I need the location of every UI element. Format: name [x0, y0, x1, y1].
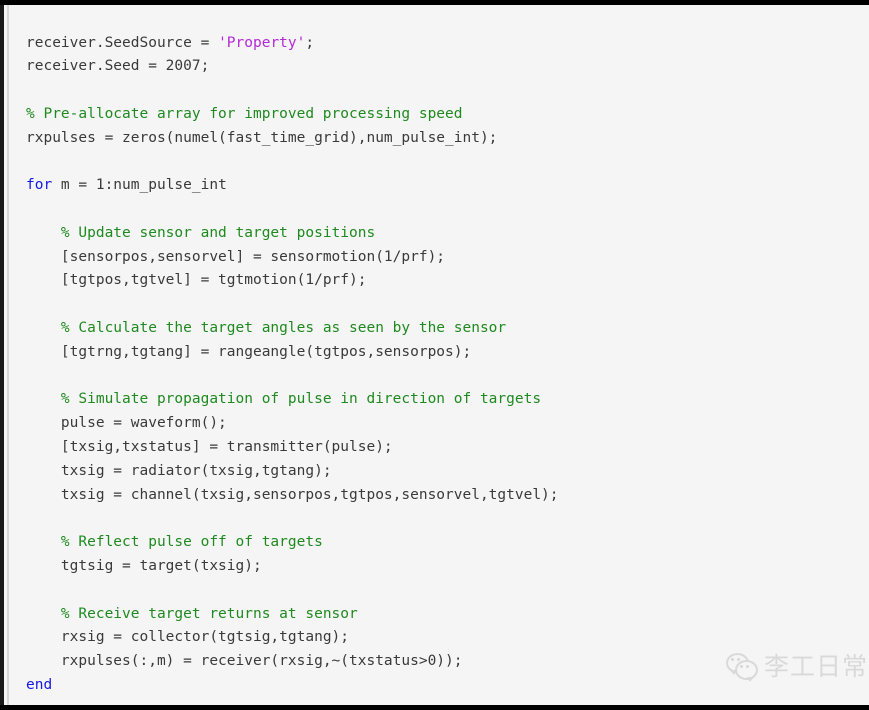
code-token-plain: [tgtpos,tgtvel] = tgtmotion(1/prf); — [60, 272, 367, 289]
code-token-keyword: end — [26, 677, 53, 694]
code-block-card: receiver.SeedSource = 'Property'; receive… — [0, 5, 869, 705]
code-token-plain: [txsig,txstatus] = transmitter(pulse); — [60, 439, 393, 456]
code-line: rxsig = collector(tgtsig,tgtang); — [26, 626, 869, 650]
code-token-plain: receiver.Seed = 2007; — [26, 58, 210, 75]
code-token-plain: [sensorpos,sensorvel] = sensormotion(1/p… — [60, 248, 446, 265]
code-line: rxpulses = zeros(numel(fast_time_grid),n… — [26, 127, 869, 151]
code-line: rxpulses(:,m) = receiver(rxsig,~(txstatu… — [26, 650, 869, 674]
code-token-plain: [tgtrng,tgtang] = rangeangle(tgtpos,sens… — [60, 343, 472, 360]
code-line: % Receive target returns at sensor — [26, 603, 869, 627]
code-token-plain: txsig = radiator(txsig,tgtang); — [60, 462, 332, 479]
code-token-comment: % Pre-allocate array for improved proces… — [26, 105, 463, 122]
code-token-plain: rxpulses(:,m) = receiver(rxsig,~(txstatu… — [60, 653, 463, 670]
screenshot-root: receiver.SeedSource = 'Property'; receive… — [0, 0, 869, 710]
code-token-comment: % Simulate propagation of pulse in direc… — [60, 391, 542, 408]
code-line: receiver.SeedSource = 'Property'; — [26, 32, 869, 56]
code-line: tgtsig = target(txsig); — [26, 555, 869, 579]
code-line: receiver.Seed = 2007; — [26, 55, 869, 79]
code-line: % Update sensor and target positions — [26, 222, 869, 246]
code-token-keyword: for — [26, 177, 53, 194]
code-line: [sensorpos,sensorvel] = sensormotion(1/p… — [26, 246, 869, 270]
code-token-plain: tgtsig = target(txsig); — [60, 558, 262, 575]
code-line: pulse = waveform(); — [26, 412, 869, 436]
code-line: % Reflect pulse off of targets — [26, 531, 869, 555]
code-line: % Pre-allocate array for improved proces… — [26, 103, 869, 127]
code-token-string: 'Property' — [218, 34, 306, 51]
code-token-comment: % Receive target returns at sensor — [60, 605, 358, 622]
code-token-comment: % Calculate the target angles as seen by… — [60, 320, 507, 337]
code-line: end — [26, 674, 869, 698]
code-block-left-rule — [7, 5, 9, 705]
code-token-plain: m = 1:num_pulse_int — [52, 177, 227, 194]
code-line: txsig = radiator(txsig,tgtang); — [26, 460, 869, 484]
frame-band-bottom — [0, 705, 869, 710]
code-line: [tgtpos,tgtvel] = tgtmotion(1/prf); — [26, 269, 869, 293]
code-token-plain: rxpulses = zeros(numel(fast_time_grid),n… — [26, 129, 498, 146]
code-line: % Calculate the target angles as seen by… — [26, 317, 869, 341]
code-token-plain: receiver.SeedSource = — [26, 34, 219, 51]
code-token-plain: txsig = channel(txsig,sensorpos,tgtpos,s… — [60, 486, 559, 503]
code-line: [tgtrng,tgtang] = rangeangle(tgtpos,sens… — [26, 341, 869, 365]
code-line: for m = 1:num_pulse_int — [26, 174, 869, 198]
matlab-code-listing[interactable]: receiver.SeedSource = 'Property'; receive… — [26, 32, 869, 698]
code-token-plain: pulse = waveform(); — [60, 415, 227, 432]
code-line: [txsig,txstatus] = transmitter(pulse); — [26, 436, 869, 460]
code-token-plain: rxsig = collector(tgtsig,tgtang); — [60, 629, 350, 646]
code-line: txsig = channel(txsig,sensorpos,tgtpos,s… — [26, 484, 869, 508]
code-line: % Simulate propagation of pulse in direc… — [26, 388, 869, 412]
code-token-plain: ; — [305, 34, 315, 51]
code-token-comment: % Update sensor and target positions — [60, 224, 376, 241]
code-token-comment: % Reflect pulse off of targets — [60, 534, 323, 551]
